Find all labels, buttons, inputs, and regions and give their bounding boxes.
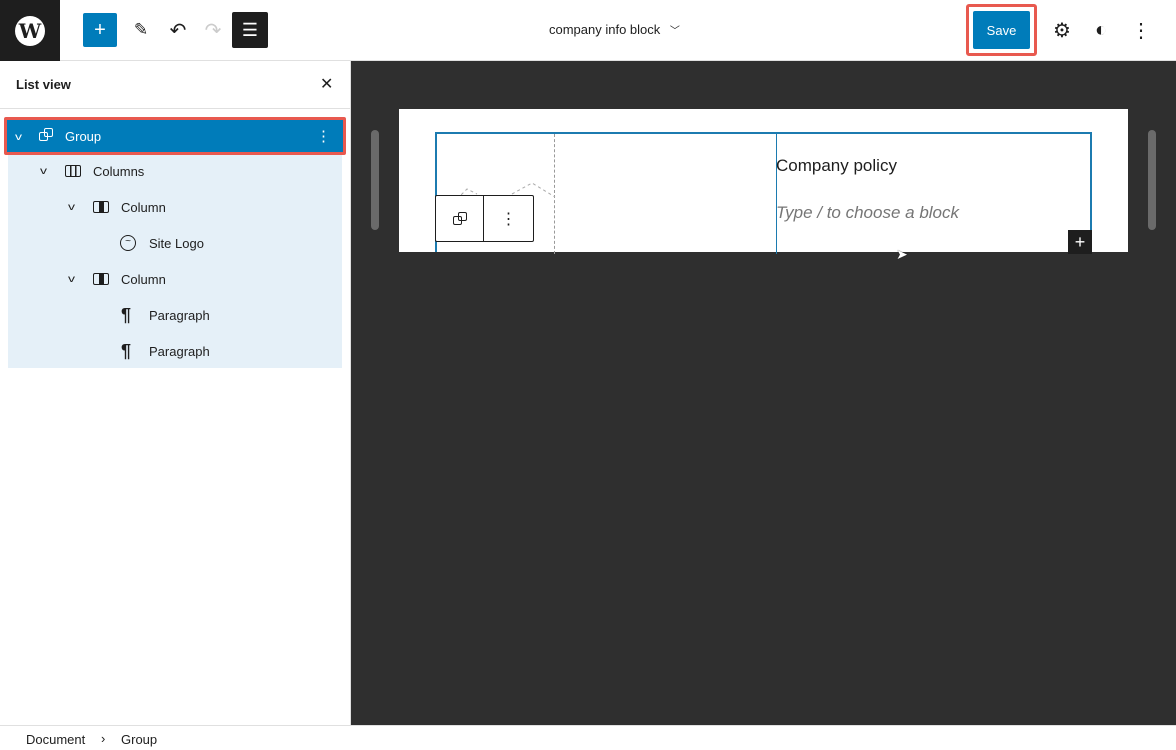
- gear-icon: ⚙: [1053, 19, 1071, 42]
- chevron-down-icon[interactable]: v: [68, 274, 75, 285]
- list-item-label: Paragraph: [149, 307, 210, 323]
- more-vertical-icon[interactable]: ⋮: [316, 127, 331, 145]
- options-button[interactable]: ⋮: [1124, 13, 1158, 47]
- list-item-column[interactable]: v Column: [0, 261, 340, 297]
- breadcrumb-group[interactable]: Group: [121, 732, 157, 747]
- list-view-panel: List view ✕ v Group ⋮ v Columns v Column…: [0, 61, 351, 725]
- mouse-cursor-icon: ➤: [896, 246, 908, 262]
- chevron-down-icon[interactable]: v: [15, 132, 22, 143]
- company-policy-paragraph[interactable]: Company policy: [776, 156, 897, 176]
- group-block[interactable]: Company policy Type / to choose a block …: [435, 132, 1092, 254]
- block-options-button[interactable]: ⋮: [484, 196, 533, 241]
- group-icon: [452, 211, 467, 226]
- undo-icon: ↶: [169, 19, 187, 42]
- more-vertical-icon: ⋮: [1131, 19, 1151, 42]
- block-appender-button[interactable]: +: [1068, 230, 1092, 254]
- tools-button[interactable]: ✎: [124, 13, 158, 47]
- redo-icon: ↷: [204, 19, 222, 42]
- close-list-view-button[interactable]: ✕: [320, 74, 333, 94]
- more-vertical-icon: ⋮: [500, 210, 517, 228]
- group-icon: [39, 128, 53, 142]
- save-button[interactable]: Save: [973, 11, 1030, 49]
- svg-text:W: W: [18, 19, 42, 43]
- settings-button[interactable]: ⚙: [1045, 13, 1079, 47]
- column-block[interactable]: [776, 134, 777, 254]
- chevron-down-icon: ﹀: [669, 26, 680, 37]
- document-title-text: company info block: [549, 22, 661, 37]
- contrast-icon: ◐: [1094, 18, 1108, 41]
- list-item-label: Columns: [93, 163, 145, 179]
- list-item-label: Group: [65, 129, 102, 144]
- paragraph-icon: ¶: [121, 304, 132, 325]
- canvas-resize-handle-right[interactable]: [1148, 130, 1156, 230]
- list-item-paragraph[interactable]: ¶ Paragraph: [0, 297, 340, 333]
- breadcrumb-document[interactable]: Document: [26, 732, 85, 747]
- list-item-label: Column: [121, 271, 166, 287]
- column-icon: [93, 273, 109, 285]
- plus-icon: +: [94, 18, 106, 41]
- wordpress-icon: W: [15, 15, 45, 46]
- chevron-down-icon[interactable]: v: [68, 202, 75, 213]
- document-title[interactable]: company info block ﹀: [549, 22, 680, 37]
- list-item-column[interactable]: v Column: [0, 189, 340, 225]
- list-item-label: Column: [121, 199, 166, 215]
- plus-icon: +: [1074, 231, 1086, 252]
- undo-button[interactable]: ↶: [161, 13, 195, 47]
- block-type-button[interactable]: [436, 196, 484, 241]
- list-view-button[interactable]: ☰: [232, 12, 268, 48]
- save-button-highlight: Save: [966, 4, 1037, 56]
- column-icon: [93, 201, 109, 213]
- editor-canvas: Company policy Type / to choose a block …: [399, 109, 1128, 254]
- list-item-site-logo[interactable]: ~ Site Logo: [0, 225, 340, 261]
- columns-icon: [65, 165, 81, 177]
- list-item-label: Site Logo: [149, 235, 204, 251]
- top-toolbar: W + ✎ ↶ ↷ ☰ company info block ﹀ Save ⚙ …: [0, 0, 1176, 61]
- canvas-resize-handle-left[interactable]: [371, 130, 379, 230]
- list-item-paragraph[interactable]: ¶ Paragraph: [0, 333, 340, 369]
- list-view-icon: ☰: [241, 19, 259, 40]
- breadcrumb: Document › Group: [0, 725, 1176, 750]
- chevron-right-icon: ›: [101, 731, 106, 746]
- block-placeholder[interactable]: Type / to choose a block: [776, 203, 959, 223]
- chevron-down-icon[interactable]: v: [40, 166, 47, 177]
- block-toolbar: ⋮: [435, 195, 534, 242]
- divider: [0, 108, 350, 109]
- close-icon: ✕: [320, 76, 334, 93]
- list-item-group[interactable]: v Group ⋮: [4, 117, 346, 155]
- list-item-label: Paragraph: [149, 343, 210, 359]
- pencil-icon: ✎: [133, 20, 149, 39]
- paragraph-icon: ¶: [121, 340, 132, 361]
- site-logo-icon: ~: [120, 235, 136, 251]
- list-item-columns[interactable]: v Columns: [0, 153, 340, 189]
- styles-button[interactable]: ◐: [1084, 13, 1118, 47]
- wordpress-logo-button[interactable]: W: [0, 0, 60, 61]
- list-view-title: List view: [16, 77, 71, 92]
- redo-button[interactable]: ↷: [196, 13, 230, 47]
- add-block-button[interactable]: +: [83, 13, 117, 47]
